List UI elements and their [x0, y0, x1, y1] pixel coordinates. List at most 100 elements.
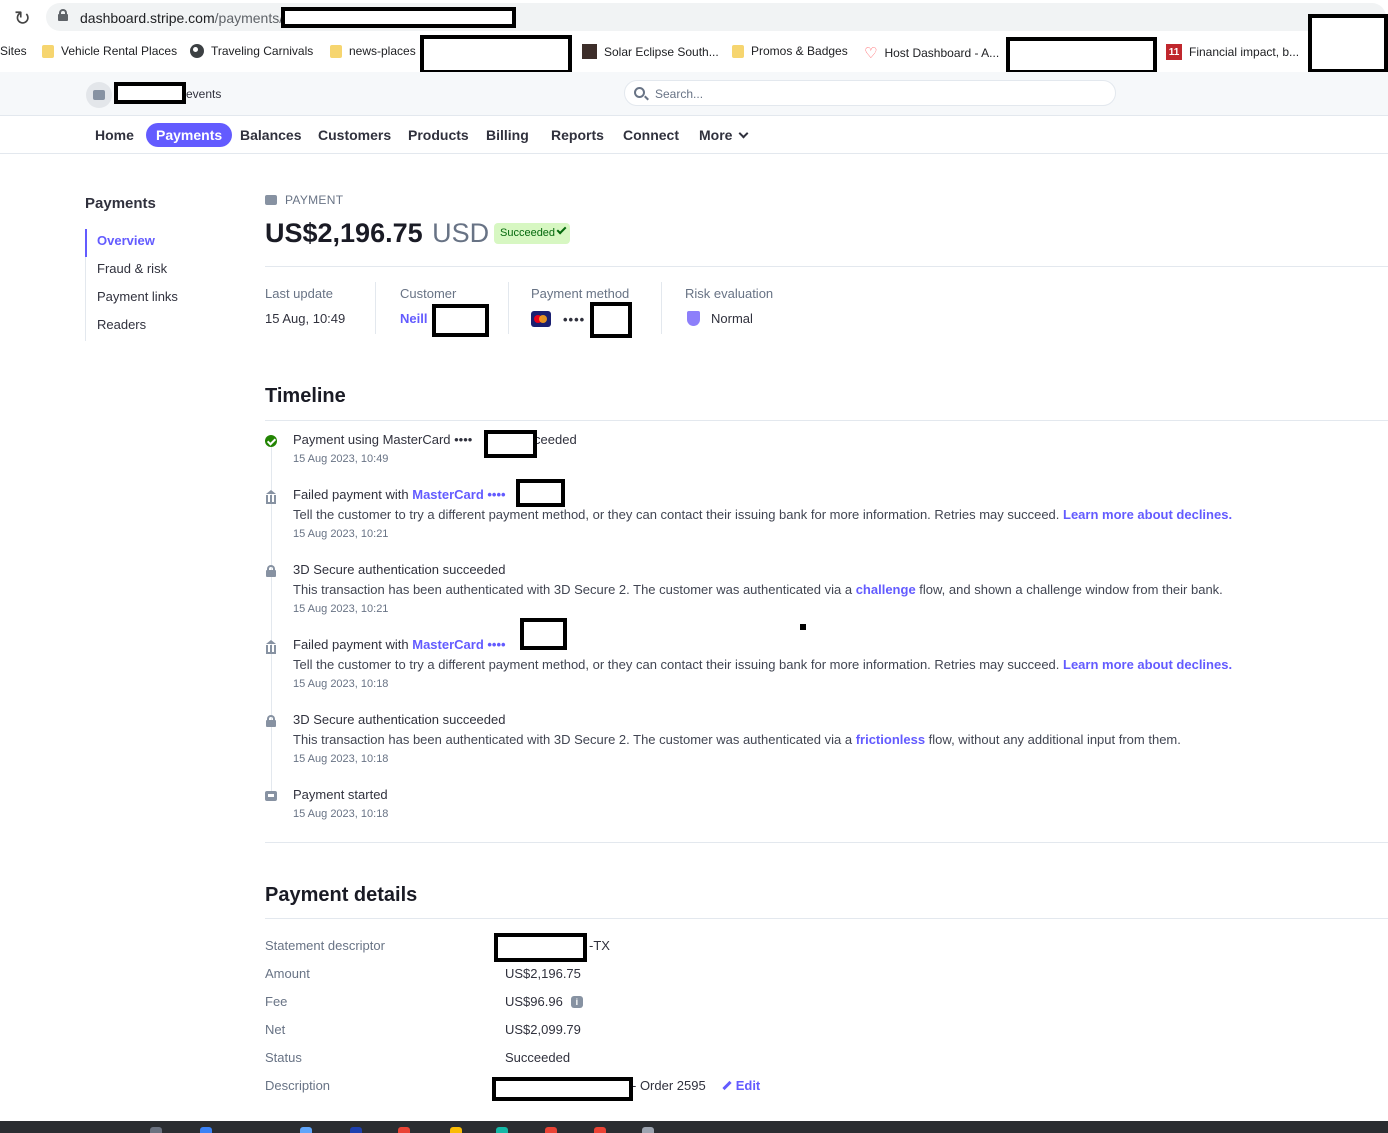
- sidebar-item-payment-links[interactable]: Payment links: [86, 285, 225, 313]
- bookmarks-bar: Sites Vehicle Rental Places Traveling Ca…: [0, 36, 1388, 68]
- bookmark-promos-badges[interactable]: Promos & Badges: [732, 44, 848, 58]
- payment-amount: US$2,196.75 USD: [265, 218, 490, 248]
- taskbar-app-icon[interactable]: [300, 1127, 312, 1133]
- sidebar-item-fraud-risk[interactable]: Fraud & risk: [86, 257, 225, 285]
- risk-value: Normal: [711, 311, 753, 326]
- timeline-title: Timeline: [265, 385, 346, 407]
- nav-more[interactable]: More: [689, 123, 757, 147]
- check-icon: [556, 224, 567, 235]
- bookmark-financial-impact[interactable]: 11 Financial impact, b...: [1166, 44, 1299, 60]
- redaction-box: [516, 479, 565, 507]
- globe-icon: [190, 44, 204, 58]
- divider: [661, 282, 662, 334]
- nav-home[interactable]: Home: [85, 123, 144, 147]
- check-circle-icon: [265, 435, 277, 447]
- lock-icon[interactable]: [58, 9, 68, 21]
- main-nav: Home Payments Balances Customers Product…: [0, 116, 1388, 154]
- search-input[interactable]: [655, 85, 1095, 103]
- site-icon: [582, 44, 597, 59]
- taskbar-app-icon[interactable]: [594, 1127, 606, 1133]
- app-header: events: [0, 72, 1388, 116]
- event-time: 15 Aug 2023, 10:18: [293, 808, 389, 820]
- bookmark-solar-eclipse[interactable]: Solar Eclipse South...: [582, 44, 719, 59]
- detail-row-fee: Fee US$96.96 i: [265, 994, 965, 1014]
- info-icon[interactable]: i: [570, 995, 583, 1008]
- bank-icon: [265, 640, 277, 654]
- site-icon: 11: [1166, 44, 1182, 60]
- mastercard-icon: [531, 311, 551, 327]
- redaction-box: [432, 304, 489, 337]
- event-time: 15 Aug 2023, 10:21: [293, 528, 389, 540]
- taskbar-app-icon[interactable]: [545, 1127, 557, 1133]
- taskbar-app-icon[interactable]: [150, 1127, 162, 1133]
- stray-mark: [800, 624, 806, 630]
- divider: [265, 266, 1388, 267]
- edit-button[interactable]: Edit: [722, 1078, 760, 1093]
- taskbar-app-icon[interactable]: [350, 1127, 362, 1133]
- redaction-box: [114, 82, 186, 104]
- sidebar-nav: Overview Fraud & risk Payment links Read…: [85, 229, 225, 341]
- folder-icon: [732, 44, 744, 58]
- bookmark-traveling-carnivals[interactable]: Traveling Carnivals: [190, 44, 313, 58]
- nav-payments[interactable]: Payments: [146, 123, 233, 147]
- detail-row-amount: Amount US$2,196.75: [265, 966, 581, 981]
- redaction-box: [492, 1077, 633, 1101]
- redaction-box: [520, 618, 567, 650]
- detail-row-net: Net US$2,099.79: [265, 1022, 581, 1037]
- learn-more-declines-link[interactable]: Learn more about declines.: [1063, 657, 1232, 672]
- redaction-box: [420, 35, 572, 74]
- taskbar-app-icon[interactable]: [496, 1127, 508, 1133]
- redaction-box: [1308, 14, 1388, 73]
- sidebar-item-readers[interactable]: Readers: [86, 313, 225, 341]
- challenge-link[interactable]: challenge: [856, 582, 916, 597]
- nav-reports[interactable]: Reports: [541, 123, 614, 147]
- search-box[interactable]: [624, 80, 1116, 106]
- pencil-icon: [722, 1080, 732, 1091]
- chevron-down-icon: [739, 128, 749, 139]
- learn-more-declines-link[interactable]: Learn more about declines.: [1063, 507, 1232, 522]
- nav-balances[interactable]: Balances: [230, 123, 311, 147]
- sidebar-item-overview[interactable]: Overview: [85, 229, 225, 257]
- sidebar-title: Payments: [85, 195, 156, 212]
- status-badge: Succeeded: [494, 223, 571, 244]
- taskbar-app-icon[interactable]: [200, 1127, 212, 1133]
- browser-toolbar: ↻ dashboard.stripe.com/payments/: [0, 0, 1388, 34]
- nav-connect[interactable]: Connect: [613, 123, 689, 147]
- nav-customers[interactable]: Customers: [308, 123, 401, 147]
- reload-icon[interactable]: ↻: [14, 6, 31, 31]
- divider: [265, 918, 1388, 919]
- mastercard-link[interactable]: MasterCard ••••: [412, 637, 505, 652]
- payment-icon: [265, 195, 277, 205]
- event-time: 15 Aug 2023, 10:21: [293, 603, 389, 615]
- taskbar-app-icon[interactable]: [642, 1127, 654, 1133]
- page-kicker: PAYMENT: [265, 193, 343, 207]
- os-taskbar: [0, 1121, 1388, 1133]
- bank-icon: [265, 490, 277, 504]
- event-time: 15 Aug 2023, 10:18: [293, 753, 389, 765]
- bookmark-news-places[interactable]: news-places: [330, 44, 416, 58]
- redaction-box: [494, 933, 587, 962]
- bookmark-sites[interactable]: Sites: [0, 44, 27, 58]
- divider: [375, 282, 376, 334]
- currency-code: USD: [432, 218, 490, 248]
- frictionless-link[interactable]: frictionless: [856, 732, 925, 747]
- redaction-box: [1006, 37, 1157, 74]
- account-icon[interactable]: [86, 82, 112, 108]
- folder-icon: [330, 44, 342, 58]
- meta-risk: Risk evaluation Normal: [685, 286, 774, 326]
- taskbar-app-icon[interactable]: [398, 1127, 410, 1133]
- customer-link[interactable]: Neill: [400, 311, 427, 326]
- url-text[interactable]: dashboard.stripe.com/payments/: [80, 10, 283, 26]
- redaction-box: [281, 7, 516, 28]
- bookmark-host-dashboard[interactable]: ♡ Host Dashboard - A...: [864, 44, 999, 62]
- nav-billing[interactable]: Billing: [476, 123, 539, 147]
- divider: [265, 420, 1388, 421]
- nav-products[interactable]: Products: [398, 123, 479, 147]
- account-name[interactable]: events: [186, 87, 221, 101]
- payment-icon: [265, 791, 277, 801]
- mastercard-link[interactable]: MasterCard ••••: [412, 487, 505, 502]
- taskbar-app-icon[interactable]: [450, 1127, 462, 1133]
- meta-last-update: Last update 15 Aug, 10:49: [265, 286, 346, 326]
- bookmark-vehicle-rental[interactable]: Vehicle Rental Places: [42, 44, 177, 58]
- last-update-value: 15 Aug, 10:49: [265, 311, 346, 326]
